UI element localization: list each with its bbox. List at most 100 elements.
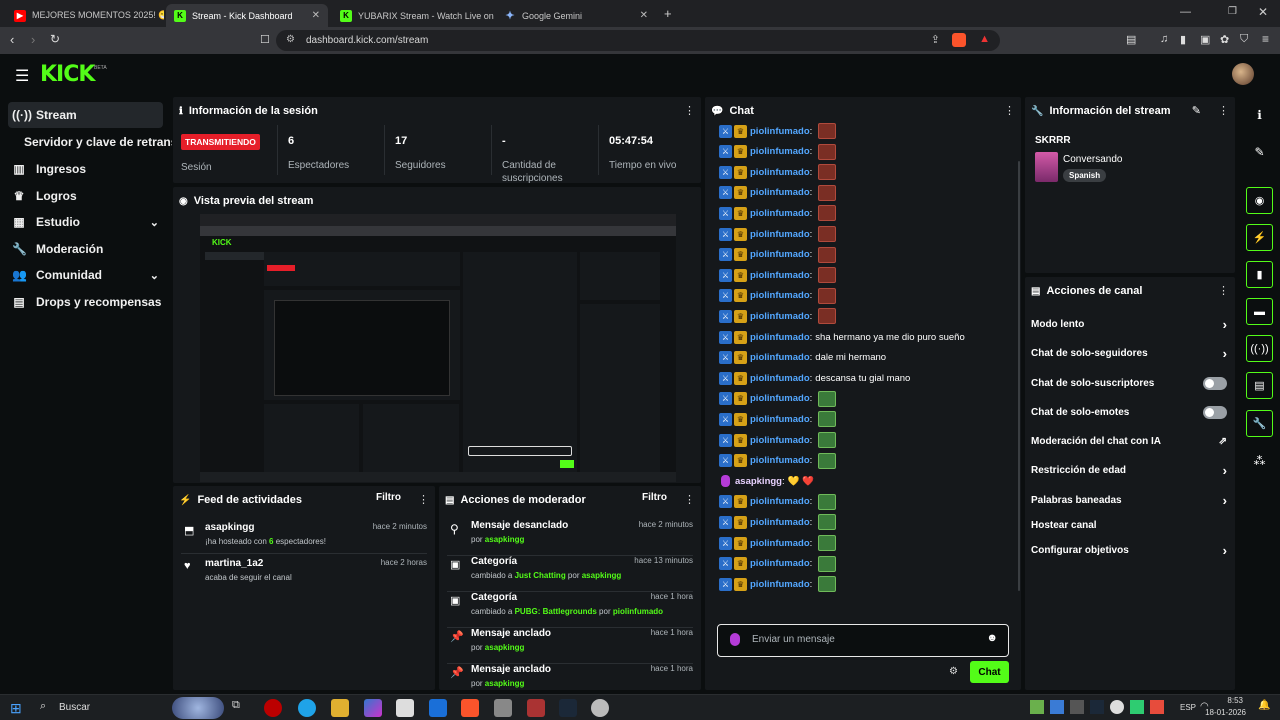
banned-words-action[interactable]: Palabras baneadas › [1031,490,1227,510]
chat-username[interactable]: piolinfumado [750,167,810,178]
close-window-icon[interactable]: ✕ [1258,5,1268,19]
info-icon[interactable]: ℹ [1246,101,1273,128]
sidebar-icon[interactable]: ▮ [1180,33,1186,46]
vpn-icon[interactable]: ⛉ [1240,33,1248,46]
new-tab-icon[interactable]: + [664,6,672,21]
filter-button[interactable]: Filtro [642,492,667,503]
reload-icon[interactable]: ↻ [50,32,60,46]
chat-scrollbar[interactable] [1018,161,1020,591]
language-indicator[interactable]: ESP [1180,703,1196,712]
emoji-picker-icon[interactable]: ☻ [986,632,998,644]
chat-username[interactable]: piolinfumado [750,229,810,240]
category-thumbnail[interactable] [1035,152,1058,182]
notes-icon[interactable]: ▮ [1246,261,1273,288]
bolt-icon[interactable]: ⚡ [1246,224,1273,251]
chat-username[interactable]: piolinfumado [750,352,810,363]
send-chat-button[interactable]: Chat [970,661,1009,683]
edge-icon[interactable] [298,699,316,717]
clock-date[interactable]: 18-01-2026 [1198,708,1246,717]
tray-icon[interactable] [1030,700,1044,714]
chat-username[interactable]: piolinfumado [750,311,810,322]
host-channel-action[interactable]: Hostear canal [1031,515,1227,535]
hamburger-menu-icon[interactable]: ☰ [15,66,29,86]
chat-settings-icon[interactable]: ⚙ [949,666,958,677]
mod-action-user[interactable]: asapkingg [582,571,622,580]
mod-action-user[interactable]: asapkingg [485,643,525,652]
mod-action-user[interactable]: piolinfumado [613,607,663,616]
sidebar-item-drops[interactable]: ▤ Drops y recompensas [8,289,163,315]
chat-username[interactable]: piolinfumado [750,393,810,404]
menu-icon[interactable]: ≡ [1262,32,1269,46]
app-icon[interactable] [527,699,545,717]
brave-shields-icon[interactable] [952,33,966,47]
notifications-icon[interactable]: 🔔 [1258,700,1270,711]
chat-username[interactable]: piolinfumado [750,208,810,219]
browser-tab-gemini[interactable]: ✦ Google Gemini ✕ [496,4,656,27]
tray-icon[interactable] [1090,700,1104,714]
bookmark-icon[interactable]: ☐ [260,33,270,46]
chat-username[interactable]: piolinfumado [750,517,810,528]
clock-time[interactable]: 8:53 [1203,696,1243,705]
copilot-icon[interactable] [364,699,382,717]
mod-action-user[interactable]: asapkingg [485,679,525,688]
sidebar-item-stream[interactable]: ((·)) Stream [8,102,163,128]
followers-only-action[interactable]: Chat de solo-seguidores › [1031,343,1227,363]
steam-icon[interactable] [559,699,577,717]
sidebar-item-comunidad[interactable]: 👥 Comunidad ⌄ [8,262,163,288]
brave-icon[interactable] [461,699,479,717]
subscribers-only-toggle[interactable] [1203,376,1227,390]
mail-icon[interactable] [429,699,447,717]
sidebar-item-moderacion[interactable]: 🔧 Moderación [8,236,163,262]
sidebar-item-estudio[interactable]: ▦ Estudio ⌄ [8,209,163,235]
stream-preview-video[interactable]: KICK [200,214,676,482]
edit-pencil-icon[interactable]: ✎ [1192,104,1201,117]
taskbar-search[interactable]: Buscar [59,702,90,713]
sidebar-item-logros[interactable]: ♛ Logros [8,183,163,209]
close-tab-icon[interactable]: ✕ [634,10,648,21]
emotes-only-toggle[interactable] [1203,405,1227,419]
stream-category[interactable]: Conversando [1063,154,1122,165]
wrench-icon[interactable]: 🔧 [1246,410,1273,437]
kebab-menu-icon[interactable]: ⋮ [1218,104,1229,117]
edit-pencil-icon[interactable]: ✎ [1246,138,1273,165]
kebab-menu-icon[interactable]: ⋮ [418,493,429,506]
file-explorer-icon[interactable] [331,699,349,717]
chat-username[interactable]: piolinfumado [750,414,810,425]
app-icon[interactable] [264,699,282,717]
browser-tab-youtube[interactable]: ▶ MEJORES MOMENTOS 2025! 😁 ( [6,4,164,27]
chat-username[interactable]: piolinfumado [750,332,810,343]
site-info-icon[interactable]: ⚙ [286,34,295,45]
tray-icon[interactable] [1130,700,1144,714]
chat-username[interactable]: piolinfumado [750,538,810,549]
sidebar-item-server-key[interactable]: Servidor y clave de retransm [20,129,172,155]
kebab-menu-icon[interactable]: ⋮ [1218,284,1229,297]
share-icon[interactable]: ⇪ [931,33,940,46]
address-bar[interactable]: ⚙ dashboard.kick.com/stream ⇪ ▲ [276,30,1000,51]
store-icon[interactable] [396,699,414,717]
mod-action-category[interactable]: Just Chatting [515,571,566,580]
back-icon[interactable]: ‹ [10,32,14,47]
mod-action-user[interactable]: asapkingg [485,535,525,544]
music-icon[interactable]: ♫ [1160,33,1168,45]
chat-username[interactable]: piolinfumado [750,373,810,384]
chat-username[interactable]: piolinfumado [750,290,810,301]
chat-username[interactable]: piolinfumado [750,558,810,569]
feed-user[interactable]: asapkingg [205,522,254,533]
browser-tab-yubarix[interactable]: K YUBARIX Stream - Watch Live on Kick ✕ [332,4,494,27]
mod-action-category[interactable]: PUBG: Battlegrounds [515,607,597,616]
tray-icon[interactable] [1050,700,1064,714]
kick-logo[interactable]: KICK [40,62,95,87]
chat-username[interactable]: asapkingg [735,476,782,487]
restore-icon[interactable]: ❐ [1228,6,1237,17]
preview-toggle-icon[interactable]: ◉ [1246,187,1273,214]
chat-username[interactable]: piolinfumado [750,496,810,507]
age-restriction-action[interactable]: Restricción de edad › [1031,460,1227,480]
sidebar-item-ingresos[interactable]: ▥ Ingresos [8,156,163,182]
chat-username[interactable]: piolinfumado [750,126,810,137]
broadcast-icon[interactable]: ((·)) [1246,335,1273,362]
chat-username[interactable]: piolinfumado [750,455,810,466]
kebab-menu-icon[interactable]: ⋮ [684,104,695,117]
kebab-menu-icon[interactable]: ⋮ [1004,104,1015,117]
feed-user[interactable]: martina_1a2 [205,558,263,569]
chat-icon[interactable]: ▬ [1246,298,1273,325]
